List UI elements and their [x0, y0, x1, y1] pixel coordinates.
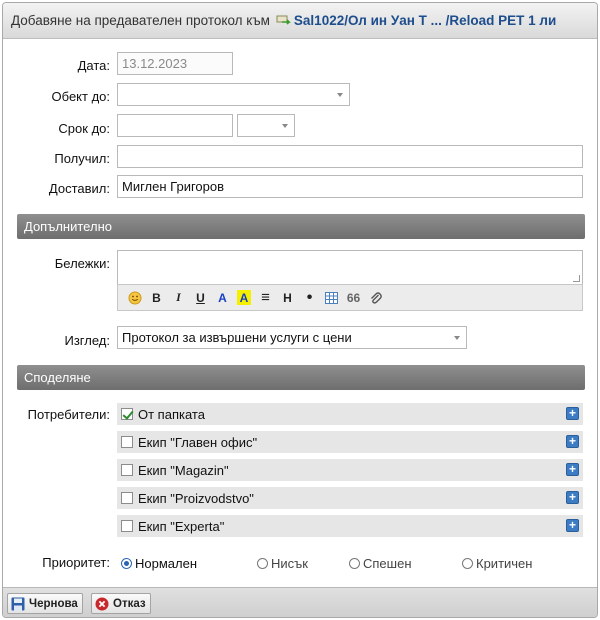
radio-button[interactable] — [349, 558, 360, 569]
quote-icon[interactable]: 66 — [343, 287, 364, 308]
priority-option-label: Спешен — [363, 556, 412, 571]
draft-button[interactable]: Чернова — [7, 593, 83, 614]
notes-editor-toolbar: B I U A A ≡ H • 66 — [117, 284, 583, 311]
heading-icon[interactable]: H — [277, 287, 298, 308]
share-item-team-main-office[interactable]: Екип "Главен офис" + — [117, 431, 583, 453]
italic-icon[interactable]: I — [168, 287, 189, 308]
title-object-link[interactable]: Sal1022/Ол ин Уан Т ... /Reload PET 1 ли — [294, 13, 556, 28]
notes-textarea[interactable] — [117, 250, 583, 284]
attachment-icon[interactable] — [365, 287, 386, 308]
date-label: Дата: — [77, 58, 110, 73]
chevron-down-icon — [337, 93, 343, 97]
priority-option-urgent[interactable]: Спешен — [349, 556, 412, 571]
share-item-label: Екип "Proizvodstvo" — [138, 490, 254, 506]
expand-plus-icon[interactable]: + — [566, 491, 579, 504]
cancel-button-label: Отказ — [113, 597, 146, 610]
priority-option-label: Нормален — [135, 556, 198, 571]
expand-plus-icon[interactable]: + — [566, 435, 579, 448]
users-label: Потребители: — [27, 407, 110, 422]
cancel-icon — [95, 597, 109, 611]
priority-option-normal[interactable]: Нормален — [121, 556, 197, 571]
underline-icon[interactable]: U — [190, 287, 211, 308]
share-checkbox[interactable] — [121, 492, 133, 504]
deliverer-label: Доставил: — [48, 181, 110, 196]
deadline-time-select[interactable] — [237, 114, 295, 137]
share-item-label: Екип "Experta" — [138, 518, 225, 534]
radio-button[interactable] — [121, 558, 132, 569]
share-item-label: От папката — [138, 406, 205, 422]
save-icon — [11, 597, 25, 611]
dialog-titlebar: Добавяне на предавателен протокол към Sa… — [3, 3, 597, 39]
cancel-button[interactable]: Отказ — [91, 593, 151, 614]
share-item-team-experta[interactable]: Екип "Experta" + — [117, 515, 583, 537]
chevron-down-icon — [454, 336, 460, 340]
date-field[interactable]: 13.12.2023 — [117, 52, 233, 75]
section-sharing[interactable]: Споделяне — [17, 365, 585, 390]
share-item-label: Екип "Magazin" — [138, 462, 229, 478]
share-checkbox[interactable] — [121, 436, 133, 448]
dialog-window: Добавяне на предавателен протокол към Sa… — [2, 2, 598, 618]
radio-button[interactable] — [462, 558, 473, 569]
share-item-folder[interactable]: От папката + — [117, 403, 583, 425]
table-icon[interactable] — [321, 287, 342, 308]
dialog-title: Добавяне на предавателен протокол към — [11, 13, 270, 28]
expand-plus-icon[interactable]: + — [566, 463, 579, 476]
chevron-down-icon — [282, 124, 288, 128]
expand-plus-icon[interactable]: + — [566, 407, 579, 420]
recipient-field[interactable] — [117, 145, 583, 168]
share-checkbox[interactable] — [121, 464, 133, 476]
radio-button[interactable] — [257, 558, 268, 569]
highlight-icon[interactable]: A — [237, 290, 251, 305]
share-checkbox[interactable] — [121, 408, 133, 420]
notes-label: Бележки: — [54, 256, 110, 271]
deadline-date-field[interactable] — [117, 114, 233, 137]
bullet-list-icon[interactable]: • — [299, 287, 320, 308]
view-select[interactable]: Протокол за извършени услуги с цени — [117, 326, 467, 349]
share-item-team-magazin[interactable]: Екип "Magazin" + — [117, 459, 583, 481]
priority-label: Приоритет: — [42, 555, 110, 570]
view-label: Изглед: — [64, 333, 111, 348]
deliverer-field[interactable]: Миглен Григоров — [117, 175, 583, 198]
dialog-footer: Чернова Отказ — [3, 587, 597, 617]
share-item-label: Екип "Главен офис" — [138, 434, 258, 450]
document-link-icon — [276, 14, 291, 27]
text-color-icon[interactable]: A — [212, 287, 233, 308]
priority-option-critical[interactable]: Критичен — [462, 556, 532, 571]
recipient-label: Получил: — [54, 151, 110, 166]
align-icon[interactable]: ≡ — [255, 287, 276, 308]
priority-option-label: Нисък — [271, 556, 308, 571]
section-additional[interactable]: Допълнително — [17, 214, 585, 239]
smiley-icon[interactable] — [124, 287, 145, 308]
bold-icon[interactable]: B — [146, 287, 167, 308]
object-label: Обект до: — [51, 89, 110, 104]
share-checkbox[interactable] — [121, 520, 133, 532]
object-select[interactable] — [117, 83, 350, 106]
expand-plus-icon[interactable]: + — [566, 519, 579, 532]
view-select-value: Протокол за извършени услуги с цени — [122, 330, 352, 345]
deadline-label: Срок до: — [58, 121, 110, 136]
priority-option-label: Критичен — [476, 556, 533, 571]
resize-grip-icon[interactable] — [573, 275, 580, 282]
share-item-team-proizvodstvo[interactable]: Екип "Proizvodstvo" + — [117, 487, 583, 509]
priority-option-low[interactable]: Нисък — [257, 556, 308, 571]
draft-button-label: Чернова — [29, 597, 78, 610]
